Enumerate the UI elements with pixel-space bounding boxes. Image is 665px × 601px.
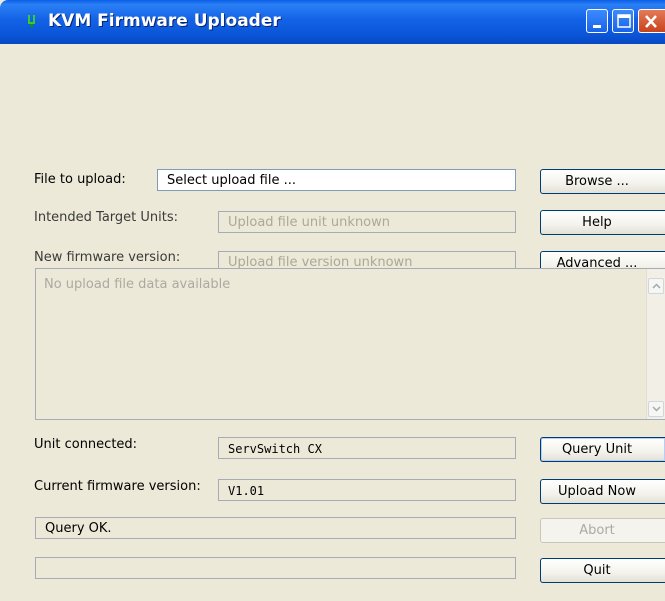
query-unit-button[interactable]: Query Unit (540, 437, 665, 462)
minimize-button[interactable] (586, 9, 608, 33)
scroll-up-button[interactable] (648, 278, 664, 294)
scroll-down-button[interactable] (648, 401, 664, 417)
new-firmware-version-label: New firmware version: (34, 250, 181, 265)
window-title: KVM Firmware Uploader (48, 11, 281, 31)
chevron-down-icon (652, 406, 661, 412)
maximize-icon (617, 14, 631, 28)
maximize-button[interactable] (612, 9, 634, 33)
title-bar[interactable]: KVM Firmware Uploader (0, 0, 665, 44)
status-field: Query OK. (35, 517, 516, 539)
chevron-up-icon (652, 283, 661, 289)
minimize-icon (593, 25, 601, 28)
close-button[interactable] (638, 9, 665, 33)
quit-button[interactable]: Quit (540, 558, 665, 583)
intended-target-units-field: Upload file unit unknown (218, 211, 516, 233)
upload-now-button[interactable]: Upload Now (540, 479, 665, 504)
close-icon (645, 15, 657, 28)
file-to-upload-input[interactable]: Select upload file ... (157, 169, 516, 191)
current-firmware-version-label: Current firmware version: (34, 479, 201, 494)
browse-button[interactable]: Browse ... (540, 169, 665, 194)
progress-bar (35, 557, 516, 579)
vertical-scrollbar[interactable] (646, 269, 665, 419)
app-window: KVM Firmware Uploader File to upload: Se… (0, 0, 665, 601)
upload-file-data-text: No upload file data available (44, 277, 231, 292)
intended-target-units-label: Intended Target Units: (34, 210, 179, 225)
kvm-app-icon (26, 14, 40, 28)
file-to-upload-label: File to upload: (34, 172, 126, 187)
help-button[interactable]: Help (540, 210, 665, 235)
abort-button: Abort (540, 518, 665, 543)
current-firmware-version-field: V1.01 (218, 479, 516, 501)
unit-connected-field: ServSwitch CX (218, 437, 516, 459)
unit-connected-label: Unit connected: (34, 437, 138, 452)
upload-file-data-area[interactable]: No upload file data available (35, 268, 665, 420)
